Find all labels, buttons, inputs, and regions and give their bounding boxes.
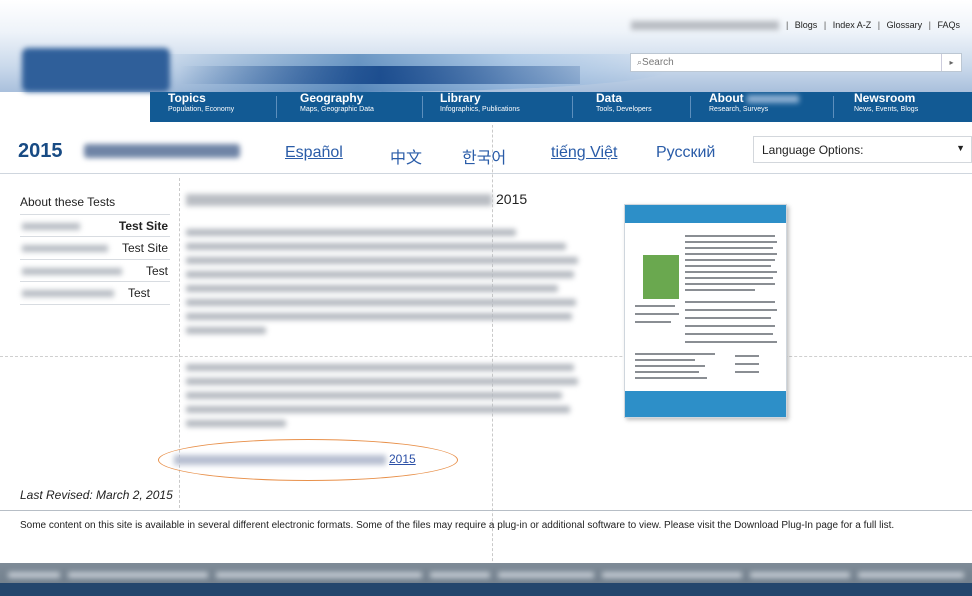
- nav-divider: [690, 96, 691, 118]
- nav-subtitle: News, Events, Blogs: [854, 106, 919, 113]
- nav-title: Topics: [168, 91, 206, 105]
- page-title-redacted: [84, 144, 240, 158]
- search-submit-button[interactable]: ▸: [941, 54, 961, 71]
- sidebar-item-about[interactable]: About these Tests: [20, 192, 170, 215]
- redacted-text: [22, 245, 108, 253]
- redacted-text: [22, 267, 122, 275]
- sidebar-item-label: Test Site: [118, 218, 168, 233]
- page-title: 2015: [18, 140, 63, 162]
- bottom-link[interactable]: [498, 572, 594, 578]
- nav-topics[interactable]: Topics Population, Economy: [164, 92, 238, 122]
- lang-russian-link[interactable]: Русский: [656, 144, 715, 162]
- nav-library[interactable]: Library Infographics, Publications: [436, 92, 524, 122]
- nav-title: Library: [440, 91, 481, 105]
- nav-divider: [572, 96, 573, 118]
- guide-line: [0, 356, 972, 357]
- sidebar-item-label: About these Tests: [20, 195, 116, 209]
- nav-subtitle: Infographics, Publications: [440, 106, 520, 113]
- bottom-link[interactable]: [430, 572, 490, 578]
- nav-title: Geography: [300, 91, 364, 105]
- bottom-link[interactable]: [750, 572, 850, 578]
- site-header: | Blogs | Index A-Z | Glossary | FAQs ⌕S…: [0, 0, 972, 125]
- chevron-down-icon: ▼: [956, 143, 965, 153]
- lang-chinese-link[interactable]: 中文: [390, 144, 422, 168]
- top-links: | Blogs | Index A-Z | Glossary | FAQs: [629, 20, 962, 31]
- paragraph-redacted: [186, 229, 580, 341]
- bottom-link[interactable]: [8, 572, 60, 578]
- department-link[interactable]: [631, 21, 780, 31]
- sidebar: About these Tests Test Site Test Site Te…: [20, 192, 170, 305]
- nav-data[interactable]: Data Tools, Developers: [592, 92, 656, 122]
- footer-note: Some content on this site is available i…: [20, 520, 895, 531]
- map-image: [643, 255, 679, 299]
- nav-title: Newsroom: [854, 91, 916, 105]
- index-az-link[interactable]: Index A-Z: [833, 20, 872, 30]
- search-input[interactable]: ⌕Search ▸: [630, 53, 962, 72]
- nav-title: About: [709, 92, 799, 105]
- nav-newsroom[interactable]: Newsroom News, Events, Blogs: [850, 92, 922, 122]
- sidebar-item-test-3[interactable]: Test: [20, 260, 170, 283]
- document-thumbnail[interactable]: [624, 204, 787, 418]
- sidebar-item-label: Test Site: [121, 241, 168, 256]
- bottom-link[interactable]: [858, 572, 964, 578]
- document-link-year: 2015: [389, 452, 416, 466]
- main-nav: Topics Population, Economy Geography Map…: [150, 92, 972, 122]
- nav-subtitle: Population, Economy: [168, 106, 235, 113]
- redacted-text: [174, 454, 386, 465]
- nav-geography[interactable]: Geography Maps, Geographic Data: [296, 92, 378, 122]
- nav-subtitle: Research, Surveys: [709, 106, 769, 113]
- lang-vietnamese-link[interactable]: tiếng Việt: [551, 144, 617, 162]
- faqs-link[interactable]: FAQs: [937, 20, 960, 30]
- bottom-link[interactable]: [602, 572, 742, 578]
- glossary-link[interactable]: Glossary: [887, 20, 923, 30]
- lang-korean-link[interactable]: 한국어: [462, 144, 506, 168]
- nav-subtitle: Tools, Developers: [596, 106, 652, 113]
- nav-title: Data: [596, 91, 623, 105]
- sidebar-item-test-site-2[interactable]: Test Site: [20, 237, 170, 260]
- bottom-link[interactable]: [68, 572, 208, 578]
- bottom-link[interactable]: [216, 572, 422, 578]
- sidebar-item-test-4[interactable]: Test: [20, 282, 170, 305]
- last-revised: Last Revised: March 2, 2015: [20, 488, 173, 502]
- paragraph-redacted: [186, 364, 580, 434]
- document-header-band: [625, 205, 786, 223]
- sidebar-item-label: Test: [145, 263, 168, 278]
- content-heading: 2015: [186, 191, 527, 207]
- sidebar-item-label: Test: [127, 286, 150, 301]
- lang-spanish-link[interactable]: Español: [285, 144, 343, 162]
- redacted-text: [22, 290, 114, 298]
- sidebar-item-test-site-1[interactable]: Test Site: [20, 215, 170, 238]
- language-options-select[interactable]: Language Options: ▼: [753, 136, 972, 163]
- divider: [0, 510, 972, 511]
- blogs-link[interactable]: Blogs: [795, 20, 818, 30]
- nav-divider: [833, 96, 834, 118]
- content-heading-year: 2015: [496, 191, 528, 207]
- header-swoosh: [180, 66, 580, 84]
- site-logo[interactable]: [22, 48, 170, 92]
- nav-divider: [422, 96, 423, 118]
- bottom-strip: [0, 583, 972, 596]
- nav-subtitle: Maps, Geographic Data: [300, 106, 374, 113]
- redacted-text: [22, 222, 80, 230]
- redacted-text: [186, 194, 492, 207]
- document-link[interactable]: 2015: [174, 452, 416, 466]
- document-footer-band: [625, 391, 786, 417]
- nav-divider: [276, 96, 277, 118]
- nav-about[interactable]: About Research, Surveys: [705, 92, 803, 122]
- language-options-label: Language Options:: [762, 143, 864, 157]
- search-placeholder: Search: [642, 57, 674, 68]
